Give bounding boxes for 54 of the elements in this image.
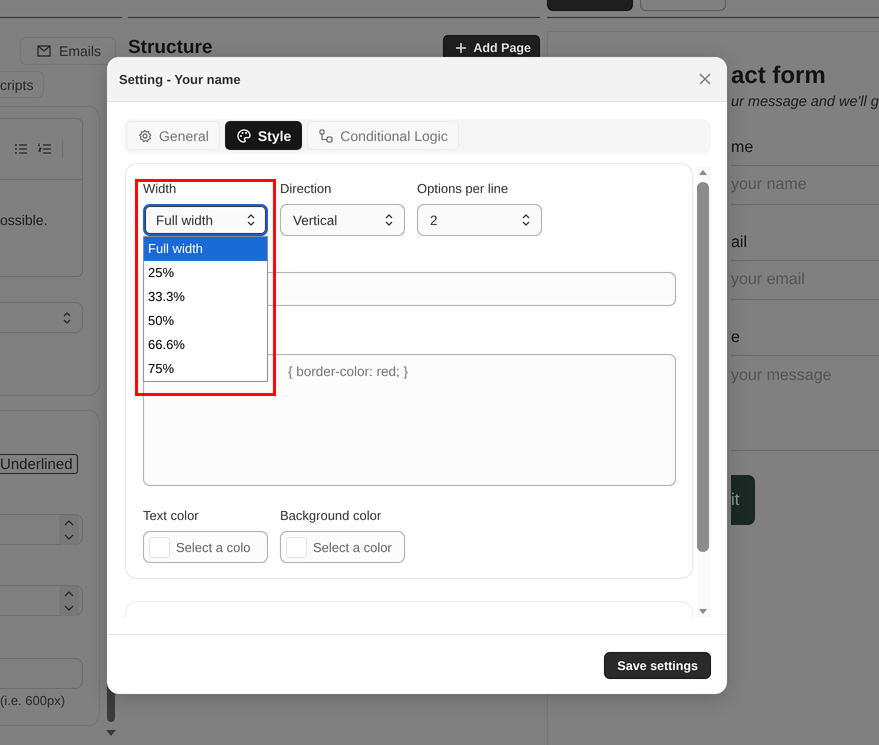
chevron-icon: [246, 213, 256, 227]
style-button[interactable]: Underlined: [0, 454, 78, 474]
field-label: me: [731, 139, 754, 157]
dialog-title: Setting - Your name: [119, 72, 241, 86]
dropdown-option[interactable]: Full width: [144, 237, 267, 261]
gear-icon: [138, 128, 152, 142]
dropdown-option[interactable]: 33.3%: [144, 285, 267, 309]
palette-icon: [236, 128, 251, 142]
field-label: Width: [143, 180, 178, 198]
bullet-list-icon[interactable]: [14, 142, 28, 156]
form-title: act form: [731, 62, 827, 90]
chevron-icon: [384, 213, 394, 227]
nodes-icon: [319, 128, 334, 142]
select-field[interactable]: 2: [417, 204, 542, 236]
mail-icon: [37, 45, 51, 57]
close-icon[interactable]: [699, 73, 711, 85]
chevron-icon: [521, 213, 531, 227]
stepper-icon[interactable]: [59, 514, 79, 544]
tab[interactable]: Conditional Logic: [307, 121, 459, 150]
editor-text: ossible.: [0, 212, 48, 228]
view-toggle[interactable]: [547, 0, 633, 11]
save-settings-button[interactable]: Save settings: [604, 652, 711, 679]
number-field[interactable]: [0, 585, 83, 616]
section-title: Structure: [128, 37, 212, 59]
dropdown-option[interactable]: 66.6%: [144, 333, 267, 357]
color-picker[interactable]: Select a color: [280, 531, 405, 563]
color-swatch: [286, 536, 307, 558]
field-label: Text color: [143, 507, 200, 525]
submit-button[interactable]: it: [731, 475, 755, 525]
tab[interactable]: cripts: [0, 71, 44, 98]
select-field[interactable]: [0, 302, 83, 333]
dropdown-option[interactable]: 25%: [144, 261, 267, 285]
field-label: e: [731, 329, 741, 347]
color-picker[interactable]: Select a colo: [143, 531, 268, 563]
numbered-list-icon[interactable]: [38, 142, 52, 156]
select-field[interactable]: Full width: [143, 204, 268, 236]
color-swatch: [149, 536, 170, 558]
select-field[interactable]: Vertical: [280, 204, 405, 236]
field-label: Background color: [280, 507, 382, 525]
form-subtitle: ur message and we'll g: [731, 94, 879, 110]
number-field[interactable]: [0, 514, 83, 545]
hint-text: (i.e. 600px): [0, 693, 66, 708]
dropdown-option[interactable]: 50%: [144, 309, 267, 333]
field-label: ail: [731, 234, 748, 252]
tab[interactable]: General: [126, 121, 220, 150]
plus-icon: [456, 43, 466, 53]
field-label: Options per line: [417, 180, 510, 198]
text-editor[interactable]: ossible.: [0, 118, 83, 277]
stepper-icon[interactable]: [59, 586, 79, 616]
dropdown-option[interactable]: 75%: [144, 357, 267, 381]
tab[interactable]: Style: [224, 121, 302, 150]
view-toggle[interactable]: [640, 0, 726, 11]
field-label: Direction: [280, 180, 332, 198]
chevron-icon: [62, 310, 72, 324]
